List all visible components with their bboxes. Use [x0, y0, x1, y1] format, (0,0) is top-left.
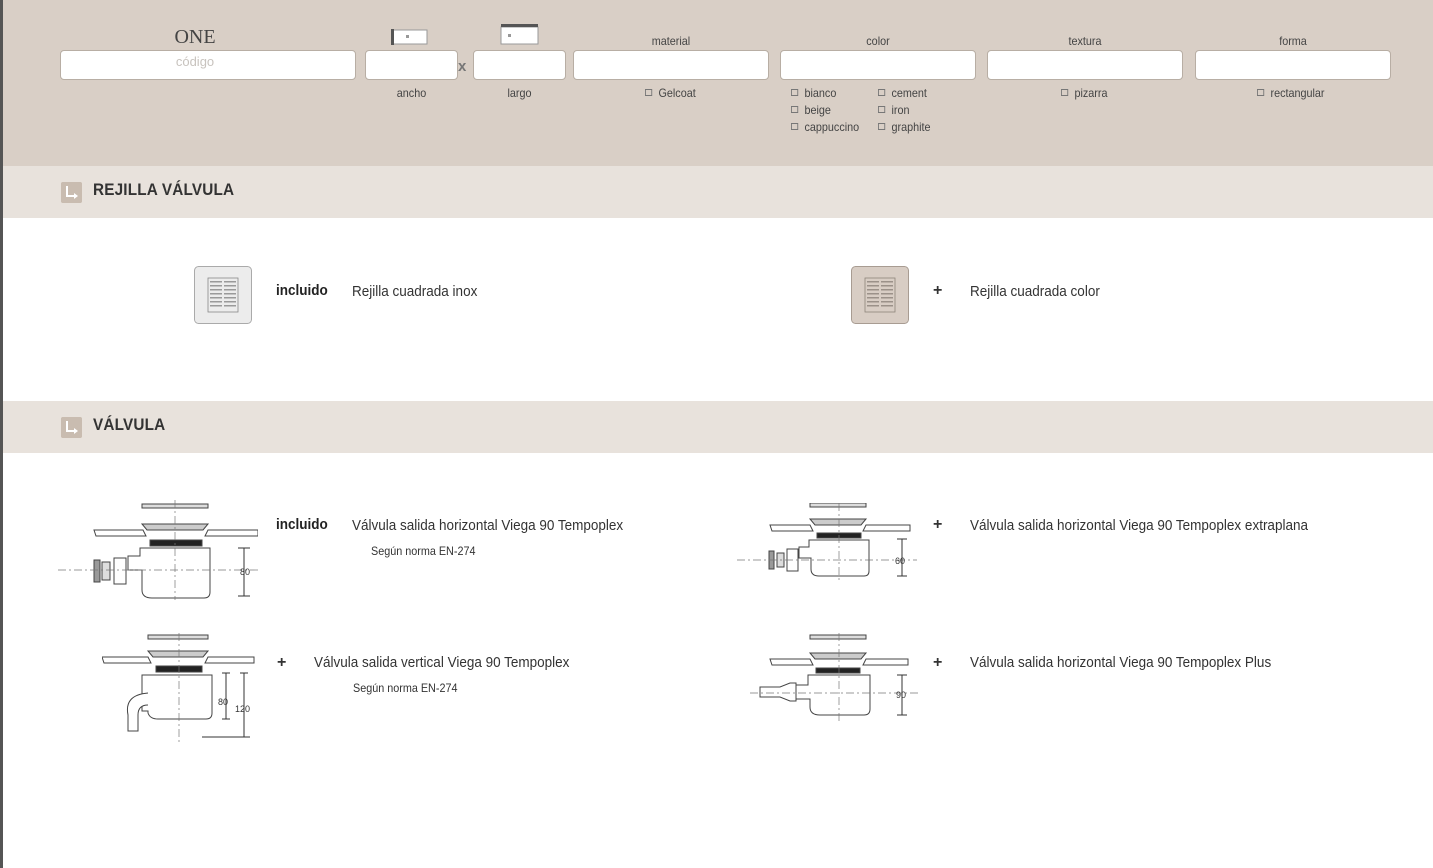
code-placeholder: código	[175, 54, 215, 69]
grate-color-description: Rejilla cuadrada color	[970, 283, 1100, 300]
valve-horizontal-norm: Según norma EN-274	[371, 544, 476, 558]
dim-label: 60	[895, 556, 905, 566]
valve-horizontal-description: Válvula salida horizontal Viega 90 Tempo…	[352, 517, 624, 534]
arrow-return-icon	[61, 182, 82, 203]
valve-plus-diagram-icon[interactable]: 90	[750, 633, 920, 723]
grate-section-title: REJILLA VÁLVULA	[93, 180, 235, 199]
checkbox-icon	[1257, 89, 1265, 96]
checkbox-icon	[645, 89, 653, 96]
valve-extraflat-diagram-icon[interactable]: 60	[737, 503, 917, 583]
grate-inox-icon[interactable]	[194, 266, 252, 324]
material-select[interactable]	[573, 50, 769, 80]
checkbox-icon	[1061, 89, 1069, 96]
times-symbol: x	[458, 58, 467, 75]
optional-marker: +	[933, 654, 943, 671]
valve-horizontal-diagram-icon[interactable]: 80	[58, 500, 258, 600]
color-select[interactable]	[780, 50, 976, 80]
width-label: ancho	[396, 86, 427, 100]
shape-select[interactable]	[1195, 50, 1391, 80]
included-marker: incluido	[276, 282, 328, 299]
checkbox-icon	[878, 123, 886, 130]
color-option-cappuccino[interactable]: cappuccino	[791, 120, 859, 134]
checkbox-icon	[791, 89, 799, 96]
material-option-gelcoat[interactable]: Gelcoat	[645, 86, 696, 100]
grate-color-icon[interactable]	[851, 266, 909, 324]
color-option-beige[interactable]: beige	[791, 103, 831, 117]
color-label: color	[866, 34, 890, 48]
checkbox-icon	[878, 89, 886, 96]
texture-label: textura	[1068, 34, 1102, 48]
color-option-cement[interactable]: cement	[878, 86, 927, 100]
color-option-iron[interactable]: iron	[878, 103, 910, 117]
texture-select[interactable]	[987, 50, 1183, 80]
valve-plus-description: Válvula salida horizontal Viega 90 Tempo…	[970, 654, 1272, 671]
valve-extraflat-description: Válvula salida horizontal Viega 90 Tempo…	[970, 517, 1308, 534]
checkbox-icon	[791, 123, 799, 130]
valve-vertical-diagram-icon[interactable]: 80 120	[102, 633, 262, 745]
dim-label: 80	[218, 697, 228, 707]
product-name: ONE	[174, 26, 216, 48]
shape-option-rectangular[interactable]: rectangular	[1257, 86, 1325, 100]
optional-marker: +	[277, 654, 287, 671]
product-filter-band: ONE código ancho x largo material Gelcoa…	[3, 0, 1433, 166]
dim-label: 120	[235, 704, 250, 714]
length-dimension-icon	[500, 24, 539, 45]
texture-option-pizarra[interactable]: pizarra	[1061, 86, 1108, 100]
color-option-graphite[interactable]: graphite	[878, 120, 931, 134]
optional-marker: +	[933, 516, 943, 533]
optional-marker: +	[933, 282, 943, 299]
dim-label: 90	[896, 690, 906, 700]
width-dimension-icon	[391, 29, 428, 45]
valve-vertical-norm: Según norma EN-274	[353, 681, 458, 695]
length-input[interactable]	[473, 50, 566, 80]
valve-section-title: VÁLVULA	[93, 415, 166, 434]
checkbox-icon	[791, 106, 799, 113]
grate-section-header: REJILLA VÁLVULA	[3, 166, 1433, 218]
arrow-return-icon	[61, 417, 82, 438]
checkbox-icon	[878, 106, 886, 113]
included-marker: incluido	[276, 516, 328, 533]
grate-inox-description: Rejilla cuadrada inox	[352, 283, 478, 300]
shape-label: forma	[1279, 34, 1307, 48]
width-input[interactable]	[365, 50, 458, 80]
material-label: material	[651, 34, 691, 48]
length-label: largo	[507, 86, 532, 100]
dim-label: 80	[240, 567, 250, 577]
valve-section-header: VÁLVULA	[3, 401, 1433, 453]
color-option-bianco[interactable]: bianco	[791, 86, 836, 100]
valve-vertical-description: Válvula salida vertical Viega 90 Tempopl…	[314, 654, 570, 671]
